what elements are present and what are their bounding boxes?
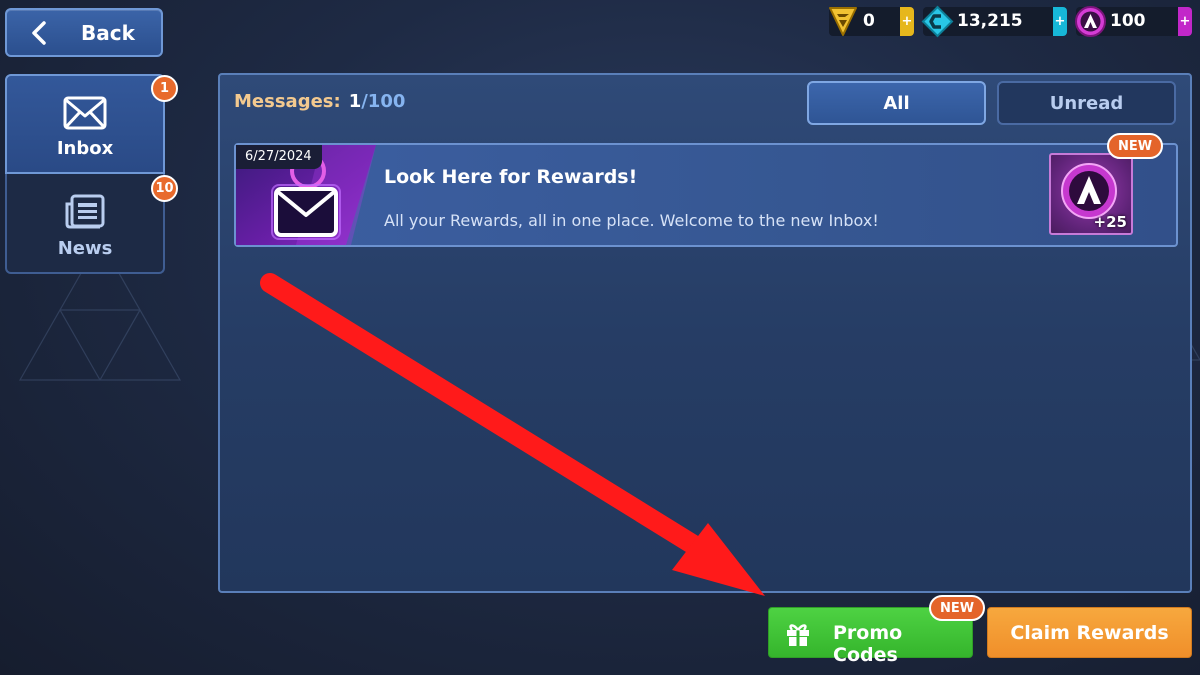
message-title: Look Here for Rewards! [384, 166, 638, 188]
tokens-value: 0 [863, 11, 875, 31]
messages-label: Messages: [234, 91, 341, 112]
credits-icon [921, 5, 954, 38]
message-thumbnail: 6/27/2024 [236, 145, 376, 245]
gift-icon [787, 624, 809, 646]
message-date: 6/27/2024 [236, 145, 322, 169]
message-item[interactable]: 6/27/2024 Look Here for Rewards! All you… [234, 133, 1178, 247]
currency-premium: 100 + [1075, 6, 1192, 37]
message-body: All your Rewards, all in one place. Welc… [384, 211, 879, 230]
currency-credits: 13,215 + [921, 5, 1067, 38]
add-credits-button[interactable]: + [1053, 7, 1067, 36]
claim-rewards-button[interactable]: Claim Rewards [987, 607, 1192, 658]
inbox-count-badge: 1 [151, 75, 178, 102]
filter-all-button[interactable]: All [807, 81, 986, 125]
premium-value: 100 [1110, 11, 1146, 31]
currency-tokens: 0 + [829, 7, 914, 36]
messages-panel: Messages: 1/100 All Unread 6/27/2024 Loo… [218, 73, 1192, 593]
promo-codes-label: Promo Codes [833, 622, 903, 666]
reward-quantity: +25 [1093, 213, 1127, 231]
reward-item[interactable]: +25 [1049, 153, 1133, 235]
messages-counter: Messages: 1/100 [234, 91, 405, 112]
chevron-left-icon [32, 21, 46, 45]
tab-inbox-label: Inbox [56, 138, 114, 159]
news-count-badge: 10 [151, 175, 178, 202]
tab-news[interactable]: News [5, 174, 165, 274]
add-tokens-button[interactable]: + [900, 7, 914, 36]
newspaper-icon [65, 194, 105, 229]
new-badge: NEW [1107, 133, 1164, 159]
chevron-token-icon [829, 7, 857, 36]
back-button[interactable]: Back [5, 8, 163, 57]
envelope-icon [63, 96, 107, 130]
tab-news-label: News [57, 238, 113, 259]
premium-a-icon [1075, 6, 1106, 37]
tab-inbox[interactable]: Inbox [5, 74, 165, 174]
promo-new-badge: NEW [929, 595, 986, 621]
add-premium-button[interactable]: + [1178, 7, 1192, 36]
filter-unread-button[interactable]: Unread [997, 81, 1176, 125]
credits-value: 13,215 [957, 11, 1023, 31]
messages-count: 1 [348, 91, 362, 112]
messages-total: /100 [361, 91, 406, 112]
back-label: Back [81, 21, 135, 45]
